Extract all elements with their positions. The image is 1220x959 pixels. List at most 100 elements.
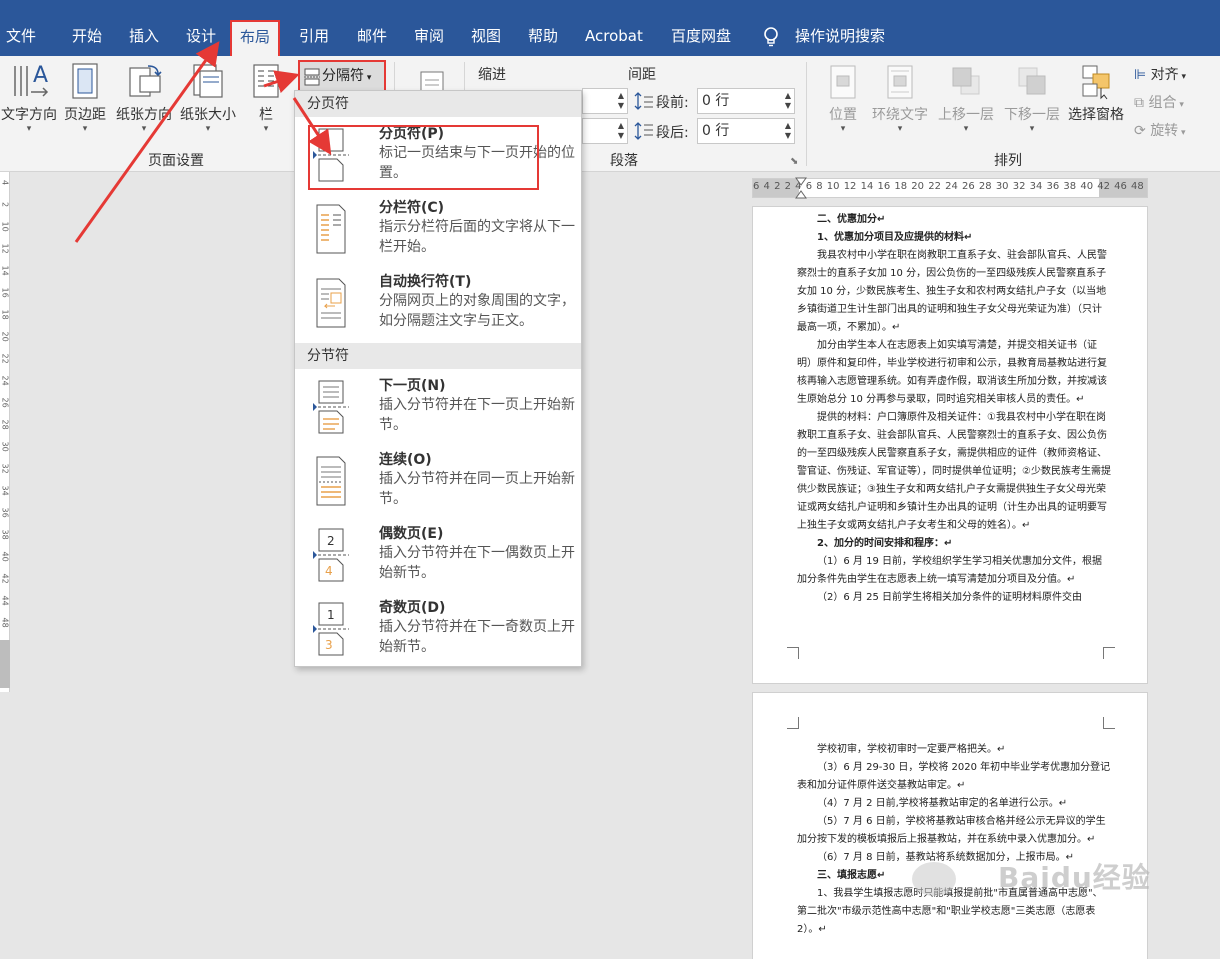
send-backward-button[interactable]: 下移一层 ▾: [1000, 64, 1064, 134]
menu-item-next-page[interactable]: 下一页(N) 插入分节符并在下一页上开始新节。: [295, 371, 581, 445]
menu-item-odd-page[interactable]: 1 3 奇数页(D) 插入分节符并在下一奇数页上开始新节。: [295, 593, 581, 667]
crop-mark: [1103, 647, 1115, 659]
paragraph[interactable]: （3）6 月 29-30 日，学校将 2020 年初中毕业学考优惠加分登记表和加…: [797, 759, 1111, 795]
tab-view[interactable]: 视图: [471, 24, 501, 48]
tab-layout[interactable]: 布局: [230, 20, 281, 56]
tab-file[interactable]: 文件: [6, 24, 36, 48]
orientation-label: 纸张方向: [116, 107, 172, 123]
text-direction-icon: A: [14, 63, 48, 97]
tab-acrobat[interactable]: Acrobat: [585, 24, 643, 48]
chevron-down-icon: ▾: [141, 124, 147, 134]
selection-pane-button[interactable]: 选择窗格: [1064, 64, 1128, 124]
selection-pane-label: 选择窗格: [1068, 107, 1124, 123]
space-before-label: 段前:: [656, 95, 689, 111]
tell-me-search[interactable]: 操作说明搜索: [795, 24, 885, 48]
bring-forward-icon: [952, 67, 980, 95]
tab-help[interactable]: 帮助: [528, 24, 558, 48]
indent-left-field[interactable]: ▲ ▼: [582, 88, 628, 114]
spin-arrows-icon[interactable]: ▲ ▼: [785, 121, 791, 141]
spin-arrows-icon[interactable]: ▲ ▼: [785, 91, 791, 111]
menu-item-even-page[interactable]: 2 4 偶数页(E) 插入分节符并在下一偶数页上开始新节。: [295, 519, 581, 593]
wrap-text-button[interactable]: 环绕文字 ▾: [868, 64, 932, 134]
space-after-field[interactable]: 0 行 ▲ ▼: [697, 118, 795, 144]
paragraph[interactable]: 加分由学生本人在志愿表上如实填写清楚，并提交相关证书（证明）原件和复印件，毕业学…: [797, 337, 1111, 409]
ruler-tick-label: 48: [0, 617, 10, 628]
group-label-text: 组合: [1148, 95, 1177, 111]
position-button[interactable]: 位置 ▾: [820, 64, 866, 134]
align-icon: ⊫: [1134, 67, 1147, 83]
margins-label: 页边距: [64, 107, 106, 123]
columns-button[interactable]: 栏 ▾: [246, 62, 286, 134]
paragraph[interactable]: 提供的材料：户口簿原件及相关证件：①我县农村中小学在职在岗教职工直系子女、驻会部…: [797, 409, 1111, 535]
menu-item-column-break[interactable]: 分栏符(C) 指示分栏符后面的文字将从下一栏开始。: [295, 193, 581, 267]
document-page-2[interactable]: 学校初审，学校初审时一定要严格把关。↵ （3）6 月 29-30 日，学校将 20…: [752, 692, 1148, 959]
document-page-1[interactable]: 二、优惠加分↵ 1、优惠加分项目及应提供的材料↵ 我县农村中小学在职在岗教职工直系子…: [752, 206, 1148, 684]
indent-marker-icon[interactable]: [795, 177, 807, 201]
space-before-value: 0 行: [702, 93, 730, 109]
paragraph[interactable]: （5）7 月 6 日前，学校将基教站审核合格并经公示无异议的学生加分按下发的模板…: [797, 813, 1111, 849]
paragraph[interactable]: 我县农村中小学在职在岗教职工直系子女、驻会部队官兵、人民警察烈士的直系子女加 1…: [797, 247, 1111, 337]
orientation-button[interactable]: 纸张方向 ▾: [114, 62, 174, 134]
ribbon-tab-bar: 文件 开始 插入 设计 布局 引用 邮件 审阅 视图 帮助 Acrobat 百度…: [0, 0, 1220, 56]
chevron-down-icon: ▾: [82, 124, 88, 134]
ruler-tick-label: 22: [0, 353, 10, 364]
breaks-button[interactable]: 分隔符 ▾: [298, 60, 386, 92]
indent-right-field[interactable]: ▲ ▼: [582, 118, 628, 144]
ruler-tick-label: 34: [0, 485, 10, 496]
page-2-body[interactable]: 学校初审，学校初审时一定要严格把关。↵ （3）6 月 29-30 日，学校将 20…: [797, 741, 1111, 939]
bring-forward-button[interactable]: 上移一层 ▾: [934, 64, 998, 134]
tab-baidu-netdisk[interactable]: 百度网盘: [671, 24, 731, 48]
tab-references[interactable]: 引用: [299, 24, 329, 48]
ruler-tick-label: 2: [0, 201, 10, 208]
paragraph[interactable]: （4）7 月 2 日前,学校将基教站审定的名单进行公示。↵: [797, 795, 1111, 813]
spin-arrows-icon[interactable]: ▲ ▼: [618, 91, 624, 111]
page-1-body[interactable]: 二、优惠加分↵ 1、优惠加分项目及应提供的材料↵ 我县农村中小学在职在岗教职工直系子…: [797, 211, 1111, 607]
text-direction-label: 文字方向: [1, 107, 57, 123]
watermark-paw-icon: [912, 862, 956, 896]
menu-item-text-wrapping-break[interactable]: 自动换行符(T) 分隔网页上的对象周围的文字，如分隔题注文字与正文。: [295, 267, 581, 341]
tab-insert[interactable]: 插入: [129, 24, 159, 48]
tab-home[interactable]: 开始: [72, 24, 102, 48]
group-button[interactable]: ⧉ 组合 ▾: [1134, 92, 1184, 112]
space-before-field[interactable]: 0 行 ▲ ▼: [697, 88, 795, 114]
even-page-break-icon: 2 4: [313, 528, 349, 582]
menu-item-continuous[interactable]: 连续(O) 插入分节符并在同一页上开始新节。: [295, 445, 581, 519]
tab-mailings[interactable]: 邮件: [357, 24, 387, 48]
paragraph[interactable]: 2、加分的时间安排和程序：↵: [797, 535, 1111, 553]
align-label: 对齐: [1150, 67, 1179, 83]
dialog-launcher-icon[interactable]: ⬊: [790, 156, 798, 167]
paragraph[interactable]: 学校初审，学校初审时一定要严格把关。↵: [797, 741, 1111, 759]
tab-review[interactable]: 审阅: [414, 24, 444, 48]
menu-item-description: 插入分节符并在下一奇数页上开始新节。: [379, 619, 575, 655]
indent-label: 缩进: [478, 67, 506, 83]
position-icon: [830, 65, 856, 99]
page-setup-group-label: 页面设置: [148, 153, 204, 169]
ruler-tick-label: 24: [0, 375, 10, 386]
paragraph[interactable]: （2）6 月 25 日前学生将相关加分条件的证明材料原件交由: [797, 589, 1111, 607]
spin-arrows-icon[interactable]: ▲ ▼: [618, 121, 624, 141]
paragraph[interactable]: （1）6 月 19 日前，学校组织学生学习相关优惠加分文件，根据加分条件先由学生…: [797, 553, 1111, 589]
menu-item-description: 插入分节符并在下一偶数页上开始新节。: [379, 545, 575, 581]
ruler-tick-label: 16: [0, 287, 10, 298]
text-wrapping-break-icon: [316, 278, 346, 328]
rotate-button[interactable]: ⟳ 旋转 ▾: [1134, 120, 1186, 140]
chevron-down-icon: ▾: [963, 124, 969, 134]
bring-forward-label: 上移一层: [938, 107, 994, 123]
svg-text:3: 3: [325, 638, 333, 652]
text-direction-button[interactable]: A 文字方向 ▾: [0, 62, 58, 134]
paragraph-group-label: 段落: [610, 153, 638, 169]
align-button[interactable]: ⊫ 对齐 ▾: [1134, 64, 1186, 84]
group-separator: [806, 62, 807, 166]
svg-text:1: 1: [327, 608, 335, 622]
size-button[interactable]: 纸张大小 ▾: [178, 62, 238, 134]
paragraph[interactable]: 1、优惠加分项目及应提供的材料↵: [797, 229, 1111, 247]
size-label: 纸张大小: [180, 107, 236, 123]
chevron-down-icon: ▾: [1178, 128, 1186, 138]
paragraph[interactable]: 二、优惠加分↵: [797, 211, 1111, 229]
ruler-tick-label: 28: [0, 419, 10, 430]
menu-item-description: 插入分节符并在同一页上开始新节。: [379, 471, 575, 507]
menu-item-description: 分隔网页上的对象周围的文字，如分隔题注文字与正文。: [379, 293, 575, 329]
margins-button[interactable]: 页边距 ▾: [62, 62, 108, 134]
menu-item-title: 连续(O): [379, 452, 432, 468]
tab-design[interactable]: 设计: [186, 24, 216, 48]
